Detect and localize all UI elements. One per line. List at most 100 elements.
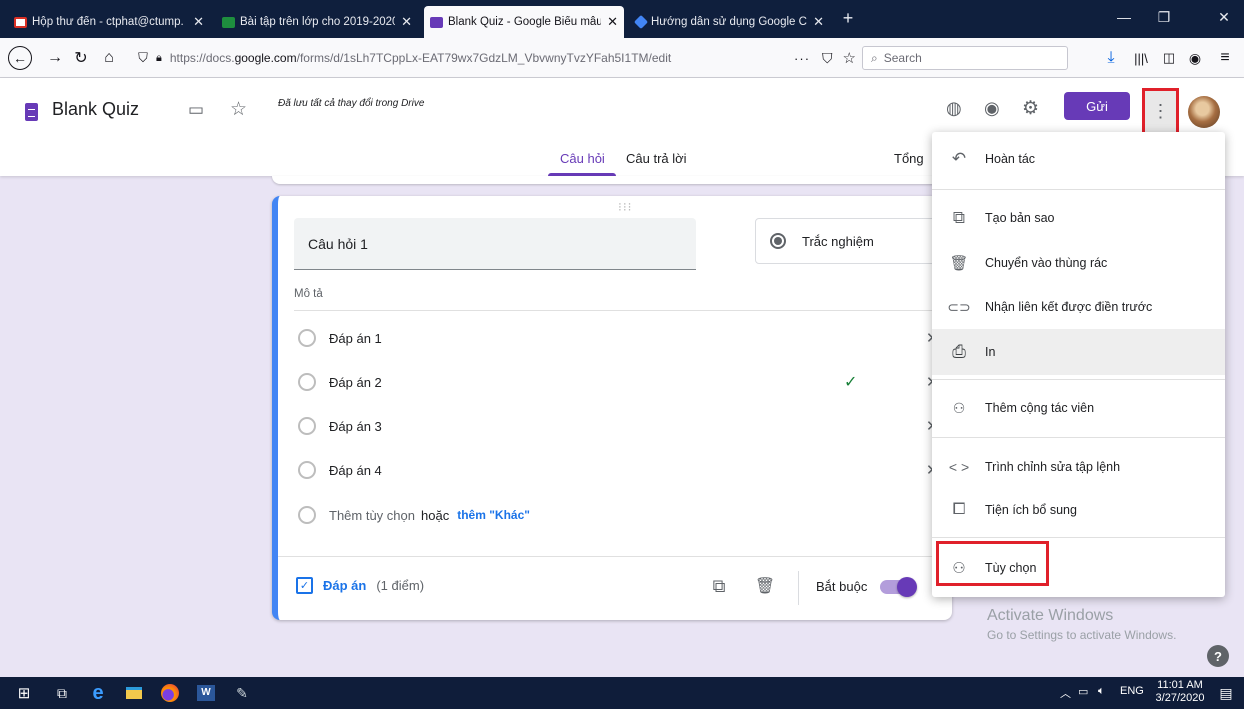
add-option-link[interactable]: Thêm tùy chọn <box>329 508 415 523</box>
close-icon[interactable]: ✕ <box>607 14 618 30</box>
watermark-line-1: Activate Windows <box>987 607 1114 624</box>
menu-hamburger-icon[interactable]: ≡ <box>1212 45 1238 71</box>
required-toggle[interactable] <box>880 577 917 597</box>
option-row[interactable]: Đáp án 2 ✓ ✕ <box>298 370 939 394</box>
drag-handle-icon[interactable]: ⁝⁝⁝ <box>618 200 632 214</box>
menu-item-trash[interactable]: 🗑︎ Chuyển vào thùng rác <box>932 240 1225 286</box>
clock[interactable]: 11:01 AM 3/27/2020 <box>1150 679 1210 705</box>
new-tab-button[interactable]: + <box>836 6 860 32</box>
firefox-icon[interactable] <box>158 681 182 705</box>
bookmark-star-icon[interactable]: ☆ <box>843 49 856 67</box>
windows-start-icon[interactable]: ⊞ <box>12 681 36 705</box>
question-type-select[interactable]: Trắc nghiệm ▼ <box>755 218 955 264</box>
question-title-input[interactable]: Câu hỏi 1 <box>294 218 696 270</box>
forward-button[interactable]: → <box>42 45 68 71</box>
url-bar[interactable]: 🔒︎ https://docs. google.com /forms/d/1sL… <box>156 45 856 71</box>
option-label[interactable]: Đáp án 1 <box>329 331 382 346</box>
network-icon[interactable]: ▭ <box>1078 685 1088 698</box>
tray-chevron-icon[interactable]: ︿ <box>1060 685 1071 701</box>
menu-divider <box>932 437 1225 438</box>
tab-summary[interactable]: Tổng <box>894 151 924 166</box>
task-view-icon[interactable]: ⧉ <box>50 681 74 705</box>
more-vert-icon: ⋮ <box>1151 101 1170 121</box>
radio-icon <box>298 373 316 391</box>
word-icon[interactable]: W <box>194 681 218 705</box>
menu-item-undo[interactable]: ↶ Hoàn tác <box>932 136 1225 182</box>
home-button[interactable]: ⌂ <box>96 45 122 71</box>
paint-icon[interactable]: ✎ <box>230 681 254 705</box>
forms-logo-icon[interactable] <box>25 103 38 121</box>
tab-title: Bài tập trên lớp cho 2019-2020 <box>240 16 396 28</box>
answer-key-button[interactable]: ✓ Đáp án (1 điểm) <box>296 577 424 594</box>
pocket-icon[interactable]: ⛉ <box>822 50 833 67</box>
close-icon[interactable]: ✕ <box>193 14 204 30</box>
palette-icon[interactable]: ◍ <box>946 98 962 119</box>
back-button[interactable]: ← <box>8 46 32 70</box>
option-label[interactable]: Đáp án 2 <box>329 375 382 390</box>
reload-button[interactable]: ↻ <box>68 45 94 71</box>
clock-time: 11:01 AM <box>1157 679 1203 691</box>
tab-responses[interactable]: Câu trả lời <box>626 151 687 166</box>
volume-icon[interactable]: 🔈︎ <box>1098 685 1105 698</box>
close-icon[interactable]: ✕ <box>401 14 412 30</box>
option-label[interactable]: Đáp án 4 <box>329 463 382 478</box>
menu-item-script-editor[interactable]: < > Trình chỉnh sửa tập lệnh <box>932 444 1225 490</box>
menu-item-print[interactable]: ⎙ In <box>932 329 1225 375</box>
card-footer: ✓ Đáp án (1 điểm) ⧉ 🗑︎ Bắt buộc ⋮ <box>278 556 952 620</box>
clock-date: 3/27/2020 <box>1155 692 1205 704</box>
menu-item-make-copy[interactable]: ⧉ Tạo bản sao <box>932 195 1225 241</box>
question-card[interactable]: ⁝⁝⁝ Câu hỏi 1 Trắc nghiệm ▼ Mô tả Đáp án… <box>272 196 955 620</box>
menu-divider <box>932 379 1225 380</box>
option-row[interactable]: Đáp án 4 ✕ <box>298 458 939 482</box>
divider <box>798 571 799 605</box>
tab-title: Hộp thư đến - ctphat@ctump. <box>32 16 184 28</box>
shield-icon[interactable]: ⛉ <box>130 45 156 71</box>
sidebar-icon[interactable]: ◫ <box>1156 45 1182 71</box>
more-options-menu: ↶ Hoàn tác ⧉ Tạo bản sao 🗑︎ Chuyển vào t… <box>932 132 1225 597</box>
menu-item-label: Chuyển vào thùng rác <box>985 256 1108 270</box>
browser-tab-guide[interactable]: Hướng dẫn sử dụng Google Cl ✕ <box>630 6 830 38</box>
file-explorer-icon[interactable] <box>122 681 146 705</box>
preferences-highlight-box <box>936 541 1049 586</box>
undo-icon: ↶ <box>951 149 967 168</box>
window-close-icon[interactable]: ✕ <box>1204 0 1244 38</box>
duplicate-icon[interactable]: ⧉ <box>708 575 730 597</box>
page-actions-button[interactable]: ··· <box>794 51 810 66</box>
menu-item-prefilled-link[interactable]: ⊂⊃ Nhận liên kết được điền trước <box>932 284 1225 330</box>
restore-icon[interactable]: ❐ <box>1144 0 1184 38</box>
page-title[interactable]: Blank Quiz <box>52 99 139 120</box>
description-input[interactable]: Mô tả <box>294 288 934 311</box>
close-icon[interactable]: ✕ <box>813 14 824 30</box>
edge-icon[interactable]: e <box>86 681 110 705</box>
send-button[interactable]: Gửi <box>1064 92 1130 120</box>
browser-tab-forms[interactable]: Blank Quiz - Google Biểu mẫu ✕ <box>424 6 624 38</box>
option-row[interactable]: Đáp án 3 ✕ <box>298 414 939 438</box>
option-row[interactable]: Đáp án 1 ✕ <box>298 326 939 350</box>
folder-icon[interactable]: ▭ <box>188 100 204 120</box>
account-icon[interactable]: ◉ <box>1182 45 1208 71</box>
minimize-icon[interactable]: — <box>1104 0 1144 38</box>
download-icon[interactable]: ⤓ <box>1098 45 1124 71</box>
menu-item-addons[interactable]: ⧠ Tiện ích bổ sung <box>932 487 1225 533</box>
puzzle-icon: ⧠ <box>952 501 966 518</box>
settings-gear-icon[interactable]: ⚙ <box>1022 97 1039 120</box>
delete-icon[interactable]: 🗑︎ <box>754 575 776 597</box>
help-icon[interactable]: ? <box>1207 645 1229 667</box>
option-label[interactable]: Đáp án 3 <box>329 419 382 434</box>
more-options-button[interactable]: ⋮ <box>1142 88 1179 135</box>
url-prefix: https://docs. <box>169 51 235 65</box>
library-icon[interactable]: |||\ <box>1128 45 1154 71</box>
tab-questions[interactable]: Câu hỏi <box>560 151 605 166</box>
avatar[interactable] <box>1188 96 1220 128</box>
tab-title: Blank Quiz - Google Biểu mẫu <box>448 16 602 28</box>
browser-tab-classroom[interactable]: Bài tập trên lớp cho 2019-2020 ✕ <box>216 6 418 38</box>
star-icon[interactable]: ☆ <box>230 98 247 121</box>
menu-item-add-collaborators[interactable]: ⚇ Thêm cộng tác viên <box>932 385 1225 431</box>
preview-eye-icon[interactable]: ◉ <box>984 98 1000 119</box>
notifications-icon[interactable]: ▤ <box>1214 681 1238 705</box>
activate-windows-watermark: Activate Windows Go to Settings to activ… <box>987 607 1176 642</box>
language-indicator[interactable]: ENG <box>1120 685 1144 697</box>
search-input[interactable]: ⌕ Search <box>862 46 1068 70</box>
browser-tab-gmail[interactable]: Hộp thư đến - ctphat@ctump. ✕ <box>8 6 210 38</box>
add-other-link[interactable]: thêm "Khác" <box>457 508 530 522</box>
